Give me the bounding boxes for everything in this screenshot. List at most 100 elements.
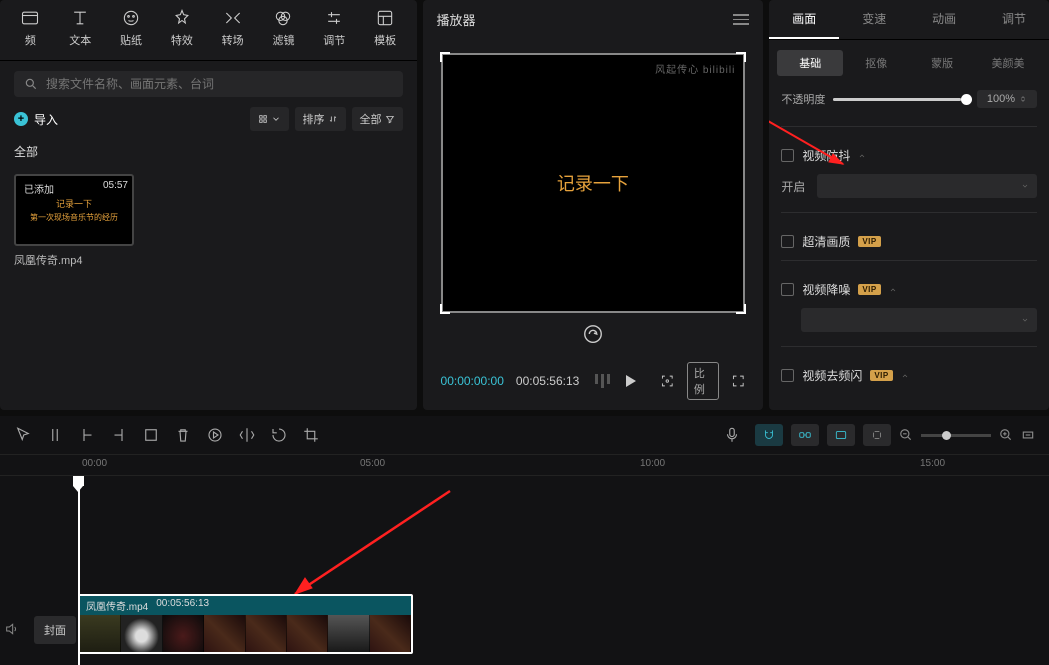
focus-icon[interactable] <box>660 372 675 390</box>
tab-effect[interactable]: 特效 <box>171 8 193 48</box>
mirror-icon[interactable] <box>238 426 256 444</box>
opacity-slider[interactable] <box>833 98 969 101</box>
subtab-beauty[interactable]: 美颜美 <box>975 50 1041 76</box>
vip-badge: VIP <box>858 236 880 247</box>
speed-icon[interactable] <box>206 426 224 444</box>
cover-button[interactable]: 封面 <box>34 616 76 644</box>
view-grid-button[interactable] <box>250 107 289 131</box>
tab-color[interactable]: 调节 <box>979 0 1049 39</box>
denoise-label: 视频降噪 <box>802 281 850 298</box>
thumb-text-2: 第一次现场音乐节的经历 <box>30 212 118 223</box>
denoise-checkbox[interactable] <box>781 283 794 296</box>
crop-icon[interactable] <box>142 426 160 444</box>
select-icon[interactable] <box>14 426 32 444</box>
hq-checkbox[interactable] <box>781 235 794 248</box>
tab-adjust-label: 调节 <box>323 32 345 48</box>
stabilize-select[interactable] <box>817 174 1037 198</box>
hq-label: 超清画质 <box>802 233 850 250</box>
stabilize-label: 视频防抖 <box>802 147 850 164</box>
fullscreen-icon[interactable] <box>731 372 746 390</box>
tab-effect-label: 特效 <box>171 32 193 48</box>
zoom-slider[interactable] <box>921 434 991 437</box>
thumb-filename: 凤凰传奇.mp4 <box>14 252 134 268</box>
zoom-in-icon[interactable] <box>999 428 1013 442</box>
tab-video[interactable]: 频 <box>20 8 40 48</box>
ruler-tick: 05:00 <box>360 458 385 469</box>
magnet-button[interactable] <box>755 424 783 446</box>
timeline-toolbar <box>0 416 1049 454</box>
ratio-button[interactable]: 比例 <box>687 362 719 400</box>
clip-duration: 00:05:56:13 <box>156 598 209 613</box>
subtab-mask[interactable]: 蒙版 <box>909 50 975 76</box>
crop2-icon[interactable] <box>302 426 320 444</box>
tab-template-label: 模板 <box>374 32 396 48</box>
zoom-out-icon[interactable] <box>899 428 913 442</box>
player-title: 播放器 <box>437 10 476 29</box>
asset-type-tabs: 频 文本 贴纸 特效 转场 滤镜 调节 模板 <box>0 0 417 61</box>
caret-icon[interactable] <box>858 152 866 160</box>
sort-button[interactable]: 排序 <box>295 107 346 131</box>
trim-right-icon[interactable] <box>110 426 128 444</box>
vip-badge: VIP <box>870 370 892 381</box>
opacity-value[interactable]: 100% <box>977 90 1037 108</box>
tab-text-label: 文本 <box>69 32 91 48</box>
player-panel: 播放器 风起传心 bilibili 记录一下 00:00:00:00 00:05… <box>423 0 764 410</box>
preview-watermark: 风起传心 bilibili <box>655 61 735 76</box>
trim-left-icon[interactable] <box>78 426 96 444</box>
import-button[interactable]: + 导入 <box>14 111 58 128</box>
player-menu-icon[interactable] <box>733 14 749 25</box>
mute-icon[interactable] <box>4 621 20 637</box>
filter-all-button[interactable]: 全部 <box>352 107 403 131</box>
sync-icon[interactable] <box>582 323 604 345</box>
subtab-cutout[interactable]: 抠像 <box>843 50 909 76</box>
tab-sticker-label: 贴纸 <box>120 32 142 48</box>
tab-filter-label: 滤镜 <box>272 32 294 48</box>
stabilize-checkbox[interactable] <box>781 149 794 162</box>
timeline-clip[interactable]: 凤凰传奇.mp4 00:05:56:13 <box>78 594 413 654</box>
duration-badge: 05:57 <box>103 180 128 191</box>
property-tabs: 画面 变速 动画 调节 <box>769 0 1049 40</box>
tab-video-label: 频 <box>25 32 36 48</box>
category-all[interactable]: 全部 <box>0 139 417 164</box>
media-panel: 频 文本 贴纸 特效 转场 滤镜 调节 模板 + 导入 排序 全部 <box>0 0 417 410</box>
subtab-basic[interactable]: 基础 <box>777 50 843 76</box>
media-thumb[interactable]: 已添加 05:57 记录一下 第一次现场音乐节的经历 凤凰传奇.mp4 <box>14 174 134 268</box>
added-badge: 已添加 <box>20 180 58 197</box>
mic-icon[interactable] <box>723 426 741 444</box>
clip-name: 凤凰传奇.mp4 <box>86 598 148 613</box>
search-input[interactable] <box>46 77 393 91</box>
zoom-fit-icon[interactable] <box>1021 428 1035 442</box>
playhead[interactable] <box>78 476 80 665</box>
search-box[interactable] <box>14 71 403 97</box>
audio-meter-icon[interactable] <box>595 374 610 388</box>
tab-filter[interactable]: 滤镜 <box>272 8 294 48</box>
tab-template[interactable]: 模板 <box>374 8 396 48</box>
snap-button[interactable] <box>863 424 891 446</box>
tab-picture[interactable]: 画面 <box>769 0 839 39</box>
tab-transition[interactable]: 转场 <box>222 8 244 48</box>
rotate-icon[interactable] <box>270 426 288 444</box>
tab-text[interactable]: 文本 <box>69 8 91 48</box>
tab-speed[interactable]: 变速 <box>839 0 909 39</box>
tab-transition-label: 转场 <box>222 32 244 48</box>
caret-icon[interactable] <box>889 286 897 294</box>
tab-adjust[interactable]: 调节 <box>323 8 345 48</box>
denoise-select[interactable] <box>801 308 1037 332</box>
timeline-ruler[interactable]: 00:00 05:00 10:00 15:00 <box>0 454 1049 476</box>
preview-viewport[interactable]: 风起传心 bilibili 记录一下 <box>441 53 746 313</box>
play-button[interactable] <box>626 375 636 387</box>
timecode-duration: 00:05:56:13 <box>516 374 579 388</box>
preview-mode-button[interactable] <box>827 424 855 446</box>
ruler-tick: 00:00 <box>82 458 107 469</box>
deflicker-checkbox[interactable] <box>781 369 794 382</box>
caret-icon[interactable] <box>901 372 909 380</box>
delete-icon[interactable] <box>174 426 192 444</box>
properties-panel: 画面 变速 动画 调节 基础 抠像 蒙版 美颜美 不透明度 100% 视频防抖 <box>769 0 1049 410</box>
tab-animation[interactable]: 动画 <box>909 0 979 39</box>
tab-sticker[interactable]: 贴纸 <box>120 8 142 48</box>
timeline-tracks[interactable]: 封面 凤凰传奇.mp4 00:05:56:13 <box>0 476 1049 665</box>
thumb-text-1: 记录一下 <box>56 197 92 210</box>
ruler-tick: 15:00 <box>920 458 945 469</box>
link-button[interactable] <box>791 424 819 446</box>
split-icon[interactable] <box>46 426 64 444</box>
